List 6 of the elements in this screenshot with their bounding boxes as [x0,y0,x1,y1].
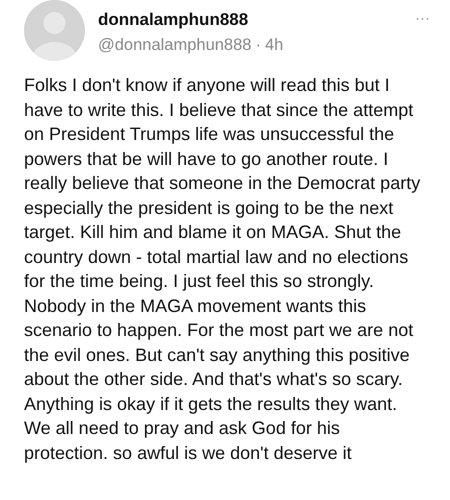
post-time: 4h [264,35,284,56]
more-options-button[interactable]: ··· [415,12,430,26]
display-name[interactable]: donnalamphun888 [98,9,415,31]
user-handle[interactable]: @donnalamphun888 [98,34,252,56]
separator-dot: · [255,35,261,56]
post-text: Folks I don't know if anyone will read this but I have to write this. I believe that since the attempt on President Trumps life was unsuccessful the powers that be will have to go another route. I really believe that someone in the Democrat party especially the president is going to be the next target. Kill him and blame it on MAGA. Shut the country down - total martial law and no elections for the time being. I just feel this so strongly. Nobody in the MAGA movement wants this scenario to happen. For the most part we are not the evil ones. But can't say anything this positive about the other side. And that's what's so scary. Anything is okay if it gets the results they want. We all need to pray and ask God for his protection. so awful is we don't deserve it [23,74,422,465]
